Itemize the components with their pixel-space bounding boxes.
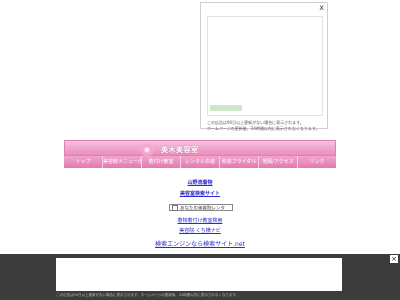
nav-item-bridal[interactable]: 和装ブライダル — [220, 156, 259, 168]
nav-item-access[interactable]: 地図/アクセス — [259, 156, 298, 168]
nav-item-kitsuke[interactable]: 着付け教室 — [142, 156, 181, 168]
nav-item-rental[interactable]: レンタル衣装 — [181, 156, 220, 168]
ad-note: この広告は90日以上更新がない場合に表示されます。 ホームページの更新後、24時… — [207, 120, 327, 132]
checkbox-icon — [172, 205, 178, 211]
nav-item-top[interactable]: トップ — [64, 156, 103, 168]
bottom-ad-bar: × この広告は90日以上更新がない場合に表示されます。ホームページの更新後、24… — [0, 254, 400, 300]
banner-search-link[interactable]: あなたの美容院レンタ — [169, 204, 233, 212]
close-icon[interactable]: × — [390, 255, 398, 263]
bottom-ad-content[interactable] — [56, 258, 342, 291]
top-ad-frame: x この広告は90日以上更新がない場合に表示されます。 ホームページの更新後、2… — [200, 2, 328, 132]
link-search-engine[interactable]: 検索エンジンなら検索サイト.net — [130, 242, 270, 248]
close-icon[interactable]: x — [319, 3, 324, 13]
site-header-banner: 美木美容室 — [64, 140, 336, 156]
flower-logo-icon — [135, 141, 159, 156]
ad-content[interactable] — [207, 16, 323, 116]
bottom-ad-note: この広告は90日以上更新がない場合に表示されます。ホームページの更新後、24時間… — [56, 293, 240, 297]
link-salon-navi[interactable]: 美容院 くち横ナビ — [130, 228, 270, 234]
nav-item-links[interactable]: リンク — [298, 156, 336, 168]
main-nav: トップ 美容館メニュー/価格 着付け教室 レンタル衣装 和装ブライダル 地図/ア… — [64, 156, 336, 168]
nav-item-menu-price[interactable]: 美容館メニュー/価格 — [103, 156, 142, 168]
link-kitsuke-search[interactable]: 着物着付け教室検索 — [130, 218, 270, 224]
site-title[interactable]: 美木美容室 — [161, 145, 199, 155]
search-box-label: あなたの美容院レンタ — [180, 206, 225, 212]
ad-badge — [210, 105, 242, 111]
link-salon-search[interactable]: 美容室検索サイト — [130, 191, 270, 197]
ad-note-line2: ホームページの更新後、24時間以内に表示されなくなります。 — [207, 126, 320, 131]
link-yamano[interactable]: 山野流着物 — [130, 180, 270, 186]
